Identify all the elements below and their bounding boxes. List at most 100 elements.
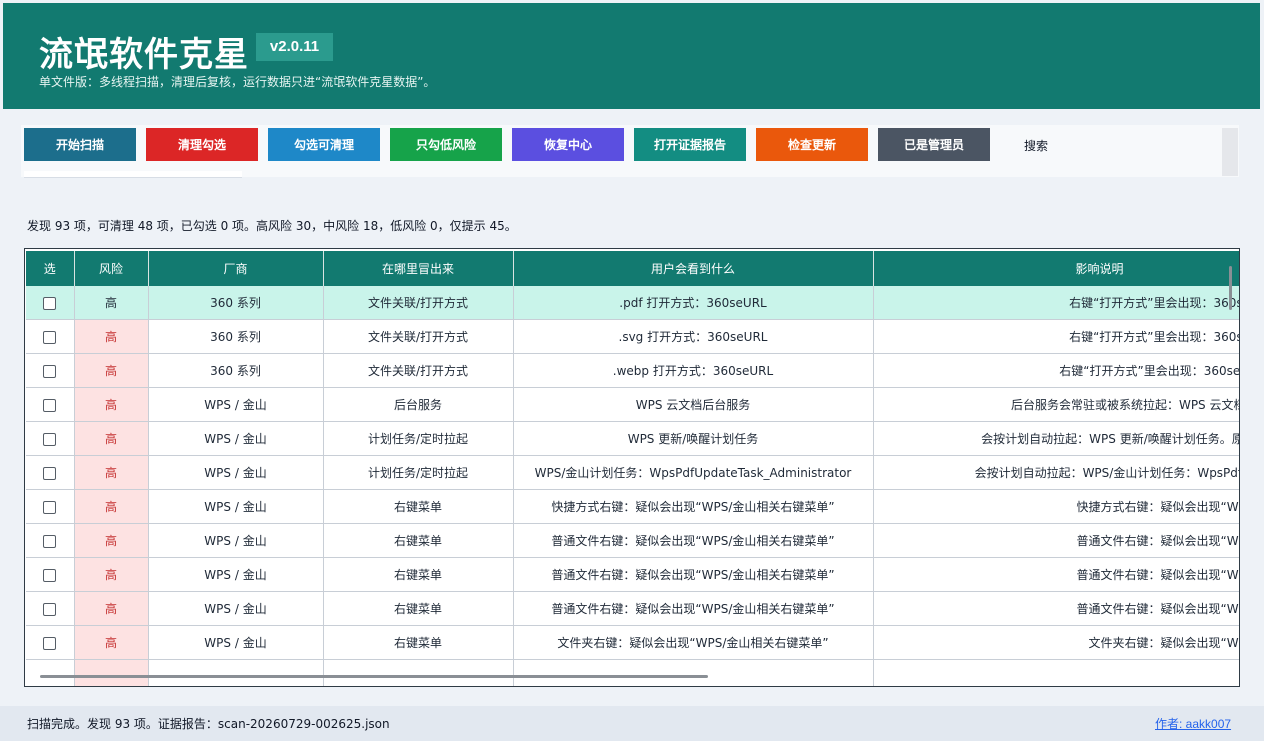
toolbar-scrollbar[interactable] bbox=[1222, 128, 1238, 176]
impact-cell: 会按计划自动拉起：WPS 更新/唤醒计划任务。原任务名：Wps bbox=[873, 421, 1239, 456]
column-header-vendor[interactable]: 厂商 bbox=[148, 251, 324, 286]
row-checkbox[interactable] bbox=[43, 296, 57, 310]
location-cell: 后台服务 bbox=[323, 387, 514, 422]
row-select-cell bbox=[26, 421, 75, 456]
impact-cell: 普通文件右键：疑似会出现“WPS/金山相关右 bbox=[873, 591, 1239, 626]
column-header-select[interactable]: 选 bbox=[26, 251, 75, 286]
risk-cell: 高 bbox=[74, 286, 149, 320]
risk-cell: 高 bbox=[74, 523, 149, 558]
risk-cell: 高 bbox=[74, 455, 149, 490]
app-header: 流氓软件克星 v2.0.11 单文件版：多线程扫描，清理后复核，运行数据只进“流… bbox=[3, 3, 1260, 109]
table-row[interactable] bbox=[26, 659, 1239, 686]
impact-cell: 普通文件右键：疑似会出现“WPS/金山相关右 bbox=[873, 523, 1239, 558]
risk-cell: 高 bbox=[74, 557, 149, 592]
impact-cell: 后台服务会常驻或被系统拉起：WPS 云文档后台服务。原 bbox=[873, 387, 1239, 422]
user-sees-cell: WPS 更新/唤醒计划任务 bbox=[513, 421, 874, 456]
results-table: 选 风险 厂商 在哪里冒出来 用户会看到什么 影响说明 高 360 系列 文件关联/… bbox=[26, 251, 1239, 686]
vertical-scrollbar-thumb[interactable] bbox=[1229, 266, 1232, 310]
table-row[interactable]: 高 360 系列 文件关联/打开方式 .webp 打开方式：360seURL 右键“打开… bbox=[26, 353, 1239, 388]
column-header-risk[interactable]: 风险 bbox=[74, 251, 149, 286]
impact-cell: 普通文件右键：疑似会出现“WPS/金山相关右 bbox=[873, 557, 1239, 592]
author-link[interactable]: 作者: aakk007 bbox=[1155, 715, 1231, 732]
row-checkbox[interactable] bbox=[43, 398, 57, 412]
user-sees-cell: 普通文件右键：疑似会出现“WPS/金山相关右键菜单” bbox=[513, 557, 874, 592]
vendor-cell: WPS / 金山 bbox=[148, 591, 324, 626]
table-row[interactable]: 高 WPS / 金山 后台服务 WPS 云文档后台服务 后台服务会常驻或被系统拉起：WP… bbox=[26, 387, 1239, 422]
table-row[interactable]: 高 WPS / 金山 计划任务/定时拉起 WPS/金山计划任务：WpsPdfUpdat… bbox=[26, 455, 1239, 490]
table-row[interactable]: 高 WPS / 金山 右键菜单 普通文件右键：疑似会出现“WPS/金山相关右键菜单” 普… bbox=[26, 591, 1239, 626]
row-checkbox[interactable] bbox=[43, 500, 57, 514]
user-sees-cell: 快捷方式右键：疑似会出现“WPS/金山相关右键菜单” bbox=[513, 489, 874, 524]
row-checkbox[interactable] bbox=[43, 330, 57, 344]
results-table-container: 选 风险 厂商 在哪里冒出来 用户会看到什么 影响说明 高 360 系列 文件关联/… bbox=[24, 248, 1240, 687]
row-select-cell bbox=[26, 455, 75, 490]
location-cell: 右键菜单 bbox=[323, 591, 514, 626]
toolbar-button-6[interactable]: 打开证据报告 bbox=[634, 128, 746, 161]
table-row[interactable]: 高 360 系列 文件关联/打开方式 .svg 打开方式：360seURL 右键“打开方… bbox=[26, 319, 1239, 354]
table-body: 高 360 系列 文件关联/打开方式 .pdf 打开方式：360seURL 右键“打开方… bbox=[26, 286, 1239, 686]
row-checkbox[interactable] bbox=[43, 636, 57, 650]
toolbar-button-2[interactable]: 清理勾选 bbox=[146, 128, 258, 161]
vendor-cell: 360 系列 bbox=[148, 353, 324, 388]
location-cell: 文件关联/打开方式 bbox=[323, 286, 514, 320]
row-checkbox[interactable] bbox=[43, 602, 57, 616]
user-sees-cell: 普通文件右键：疑似会出现“WPS/金山相关右键菜单” bbox=[513, 591, 874, 626]
column-header-location[interactable]: 在哪里冒出来 bbox=[323, 251, 514, 286]
user-sees-cell: 普通文件右键：疑似会出现“WPS/金山相关右键菜单” bbox=[513, 523, 874, 558]
risk-cell: 高 bbox=[74, 489, 149, 524]
scan-summary: 发现 93 项，可清理 48 项，已勾选 0 项。高风险 30，中风险 18，低… bbox=[27, 219, 517, 233]
row-select-cell bbox=[26, 523, 75, 558]
table-row[interactable]: 高 WPS / 金山 右键菜单 普通文件右键：疑似会出现“WPS/金山相关右键菜单” 普… bbox=[26, 557, 1239, 592]
row-checkbox[interactable] bbox=[43, 568, 57, 582]
row-checkbox[interactable] bbox=[43, 432, 57, 446]
row-select-cell bbox=[26, 591, 75, 626]
search-label: 搜索 bbox=[1024, 139, 1049, 153]
row-select-cell bbox=[26, 659, 75, 686]
search-input[interactable] bbox=[24, 171, 242, 178]
vendor-cell: 360 系列 bbox=[148, 286, 324, 320]
row-checkbox[interactable] bbox=[43, 364, 57, 378]
row-select-cell bbox=[26, 286, 75, 320]
vendor-cell: WPS / 金山 bbox=[148, 421, 324, 456]
horizontal-scrollbar-thumb[interactable] bbox=[40, 675, 708, 678]
location-cell: 计划任务/定时拉起 bbox=[323, 455, 514, 490]
table-header-row: 选 风险 厂商 在哪里冒出来 用户会看到什么 影响说明 bbox=[26, 251, 1239, 286]
table-row[interactable]: 高 WPS / 金山 右键菜单 快捷方式右键：疑似会出现“WPS/金山相关右键菜单” 快… bbox=[26, 489, 1239, 524]
row-select-cell bbox=[26, 489, 75, 524]
user-sees-cell: .pdf 打开方式：360seURL bbox=[513, 286, 874, 320]
toolbar-button-7[interactable]: 检查更新 bbox=[756, 128, 868, 161]
status-text: 扫描完成。发现 93 项。证据报告：scan-20260729-002625.j… bbox=[27, 717, 390, 731]
table-row[interactable]: 高 WPS / 金山 右键菜单 普通文件右键：疑似会出现“WPS/金山相关右键菜单” 普… bbox=[26, 523, 1239, 558]
toolbar-button-8[interactable]: 已是管理员 bbox=[878, 128, 990, 161]
vendor-cell: WPS / 金山 bbox=[148, 557, 324, 592]
location-cell: 右键菜单 bbox=[323, 489, 514, 524]
row-checkbox[interactable] bbox=[43, 466, 57, 480]
impact-cell: 快捷方式右键：疑似会出现“WPS/金山相关右 bbox=[873, 489, 1239, 524]
toolbar-button-4[interactable]: 只勾低风险 bbox=[390, 128, 502, 161]
app-subtitle: 单文件版：多线程扫描，清理后复核，运行数据只进“流氓软件克星数据”。 bbox=[39, 75, 436, 89]
location-cell: 右键菜单 bbox=[323, 625, 514, 660]
row-select-cell bbox=[26, 387, 75, 422]
user-sees-cell: .webp 打开方式：360seURL bbox=[513, 353, 874, 388]
user-sees-cell: 文件夹右键：疑似会出现“WPS/金山相关右键菜单” bbox=[513, 625, 874, 660]
location-cell bbox=[323, 659, 514, 686]
table-row[interactable]: 高 WPS / 金山 计划任务/定时拉起 WPS 更新/唤醒计划任务 会按计划自动拉起：… bbox=[26, 421, 1239, 456]
table-row[interactable]: 高 360 系列 文件关联/打开方式 .pdf 打开方式：360seURL 右键“打开方… bbox=[26, 286, 1239, 320]
vendor-cell bbox=[148, 659, 324, 686]
location-cell: 计划任务/定时拉起 bbox=[323, 421, 514, 456]
impact-cell: 右键“打开方式”里会出现：360seURL（影响 .w bbox=[873, 353, 1239, 388]
impact-cell: 会按计划自动拉起：WPS/金山计划任务：WpsPdfUpdateTask_ bbox=[873, 455, 1239, 490]
toolbar-button-1[interactable]: 开始扫描 bbox=[24, 128, 136, 161]
risk-cell: 高 bbox=[74, 421, 149, 456]
row-checkbox[interactable] bbox=[43, 534, 57, 548]
risk-cell: 高 bbox=[74, 591, 149, 626]
table-row[interactable]: 高 WPS / 金山 右键菜单 文件夹右键：疑似会出现“WPS/金山相关右键菜单” 文件… bbox=[26, 625, 1239, 660]
app-title: 流氓软件克星 bbox=[39, 35, 249, 75]
toolbar-button-3[interactable]: 勾选可清理 bbox=[268, 128, 380, 161]
row-select-cell bbox=[26, 353, 75, 388]
location-cell: 文件关联/打开方式 bbox=[323, 319, 514, 354]
toolbar-button-5[interactable]: 恢复中心 bbox=[512, 128, 624, 161]
column-header-user-sees[interactable]: 用户会看到什么 bbox=[513, 251, 874, 286]
vendor-cell: WPS / 金山 bbox=[148, 455, 324, 490]
column-header-impact[interactable]: 影响说明 bbox=[873, 251, 1239, 286]
